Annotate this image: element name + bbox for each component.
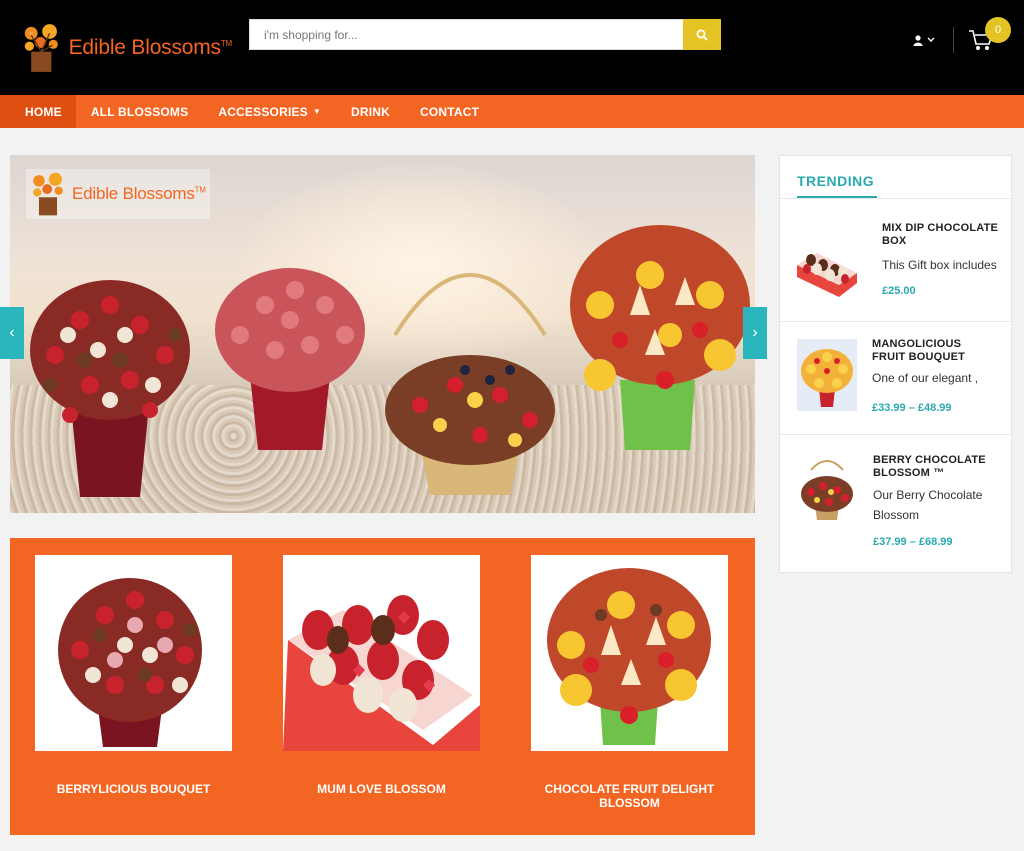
nav-item-contact[interactable]: CONTACT bbox=[405, 95, 494, 128]
hero-brand-logo: Edible BlossomsTM bbox=[26, 169, 210, 219]
product-card-image[interactable] bbox=[531, 555, 728, 751]
trending-item[interactable]: BERRY CHOCOLATE BLOSSOM ™ Our Berry Choc… bbox=[780, 435, 1011, 571]
berrylicious-bouquet-image bbox=[58, 578, 202, 747]
mum-love-blossom-image bbox=[283, 595, 480, 751]
slider-prev-button[interactable]: ‹ bbox=[0, 307, 24, 359]
chocolate-fruit-delight-blossom-image bbox=[547, 568, 711, 745]
trending-product-thumbnail[interactable] bbox=[797, 227, 857, 299]
trending-item-description: One of our elegant , bbox=[872, 371, 979, 385]
flower-pot-logo-icon bbox=[24, 24, 58, 72]
chevron-left-icon: ‹ bbox=[9, 324, 15, 341]
trending-item-name[interactable]: MANGOLICIOUS FRUIT BOUQUET bbox=[872, 338, 990, 364]
trending-underline bbox=[797, 196, 877, 198]
featured-products: BERRYLICIOUS BOUQUET MUM LOVE BLOSSOM CH… bbox=[10, 538, 755, 835]
site-logo[interactable]: Edible BlossomsTM bbox=[22, 20, 232, 76]
search-button[interactable] bbox=[683, 19, 721, 50]
product-title[interactable]: BERRYLICIOUS BOUQUET bbox=[35, 782, 232, 796]
nav-item-home[interactable]: HOME bbox=[0, 95, 76, 128]
trending-item-description: This Gift box includes bbox=[882, 258, 997, 272]
trending-item-name[interactable]: BERRY CHOCOLATE BLOSSOM ™ bbox=[873, 454, 998, 480]
trending-item-price: £25.00 bbox=[882, 285, 916, 297]
product-title[interactable]: MUM LOVE BLOSSOM bbox=[283, 782, 480, 796]
product-title[interactable]: CHOCOLATE FRUIT DELIGHT BLOSSOM bbox=[531, 782, 728, 810]
trending-item[interactable]: MIX DIP CHOCOLATE BOX This Gift box incl… bbox=[780, 199, 1011, 322]
header-divider bbox=[953, 27, 954, 53]
search-bar bbox=[249, 19, 721, 50]
slider-next-button[interactable]: › bbox=[743, 307, 767, 359]
trending-item-description: Our Berry Chocolate Blossom bbox=[873, 488, 983, 522]
user-icon bbox=[913, 34, 923, 46]
nav-item-all-blossoms[interactable]: ALL BLOSSOMS bbox=[76, 95, 204, 128]
trending-sidebar: TRENDING MIX DIP CHOCOLATE BOX This Gift… bbox=[779, 155, 1012, 573]
trending-item-price: £33.99 – £48.99 bbox=[872, 402, 952, 414]
trending-title: TRENDING bbox=[797, 173, 875, 189]
chevron-down-icon: ▼ bbox=[312, 107, 322, 116]
trending-product-thumbnail[interactable] bbox=[797, 339, 857, 411]
top-header: Edible BlossomsTM 0 bbox=[0, 0, 1024, 95]
main-navigation: HOME ALL BLOSSOMS ACCESSORIES ▼ DRINK CON… bbox=[0, 95, 1024, 128]
logo-text: Edible BlossomsTM bbox=[68, 36, 233, 59]
trending-item-name[interactable]: MIX DIP CHOCOLATE BOX bbox=[882, 222, 1000, 248]
account-menu-button[interactable] bbox=[913, 32, 941, 48]
trending-item[interactable]: MANGOLICIOUS FRUIT BOUQUET One of our el… bbox=[780, 322, 1011, 435]
chevron-down-icon bbox=[927, 37, 935, 42]
product-card-image[interactable] bbox=[283, 555, 480, 751]
trending-header: TRENDING bbox=[780, 156, 1011, 199]
hero-slider[interactable]: Edible BlossomsTM bbox=[10, 155, 755, 513]
product-card-image[interactable] bbox=[35, 555, 232, 751]
trending-item-price: £37.99 – £68.99 bbox=[873, 536, 953, 548]
flower-pot-logo-icon bbox=[33, 172, 63, 216]
search-icon bbox=[696, 29, 708, 41]
trending-product-thumbnail[interactable] bbox=[797, 456, 857, 528]
search-input[interactable] bbox=[250, 20, 682, 49]
hero-logo-text: Edible BlossomsTM bbox=[72, 184, 206, 203]
nav-item-accessories[interactable]: ACCESSORIES ▼ bbox=[203, 95, 336, 128]
nav-item-drink[interactable]: DRINK bbox=[336, 95, 405, 128]
chevron-right-icon: › bbox=[752, 324, 758, 341]
cart-count-badge: 0 bbox=[985, 17, 1011, 43]
